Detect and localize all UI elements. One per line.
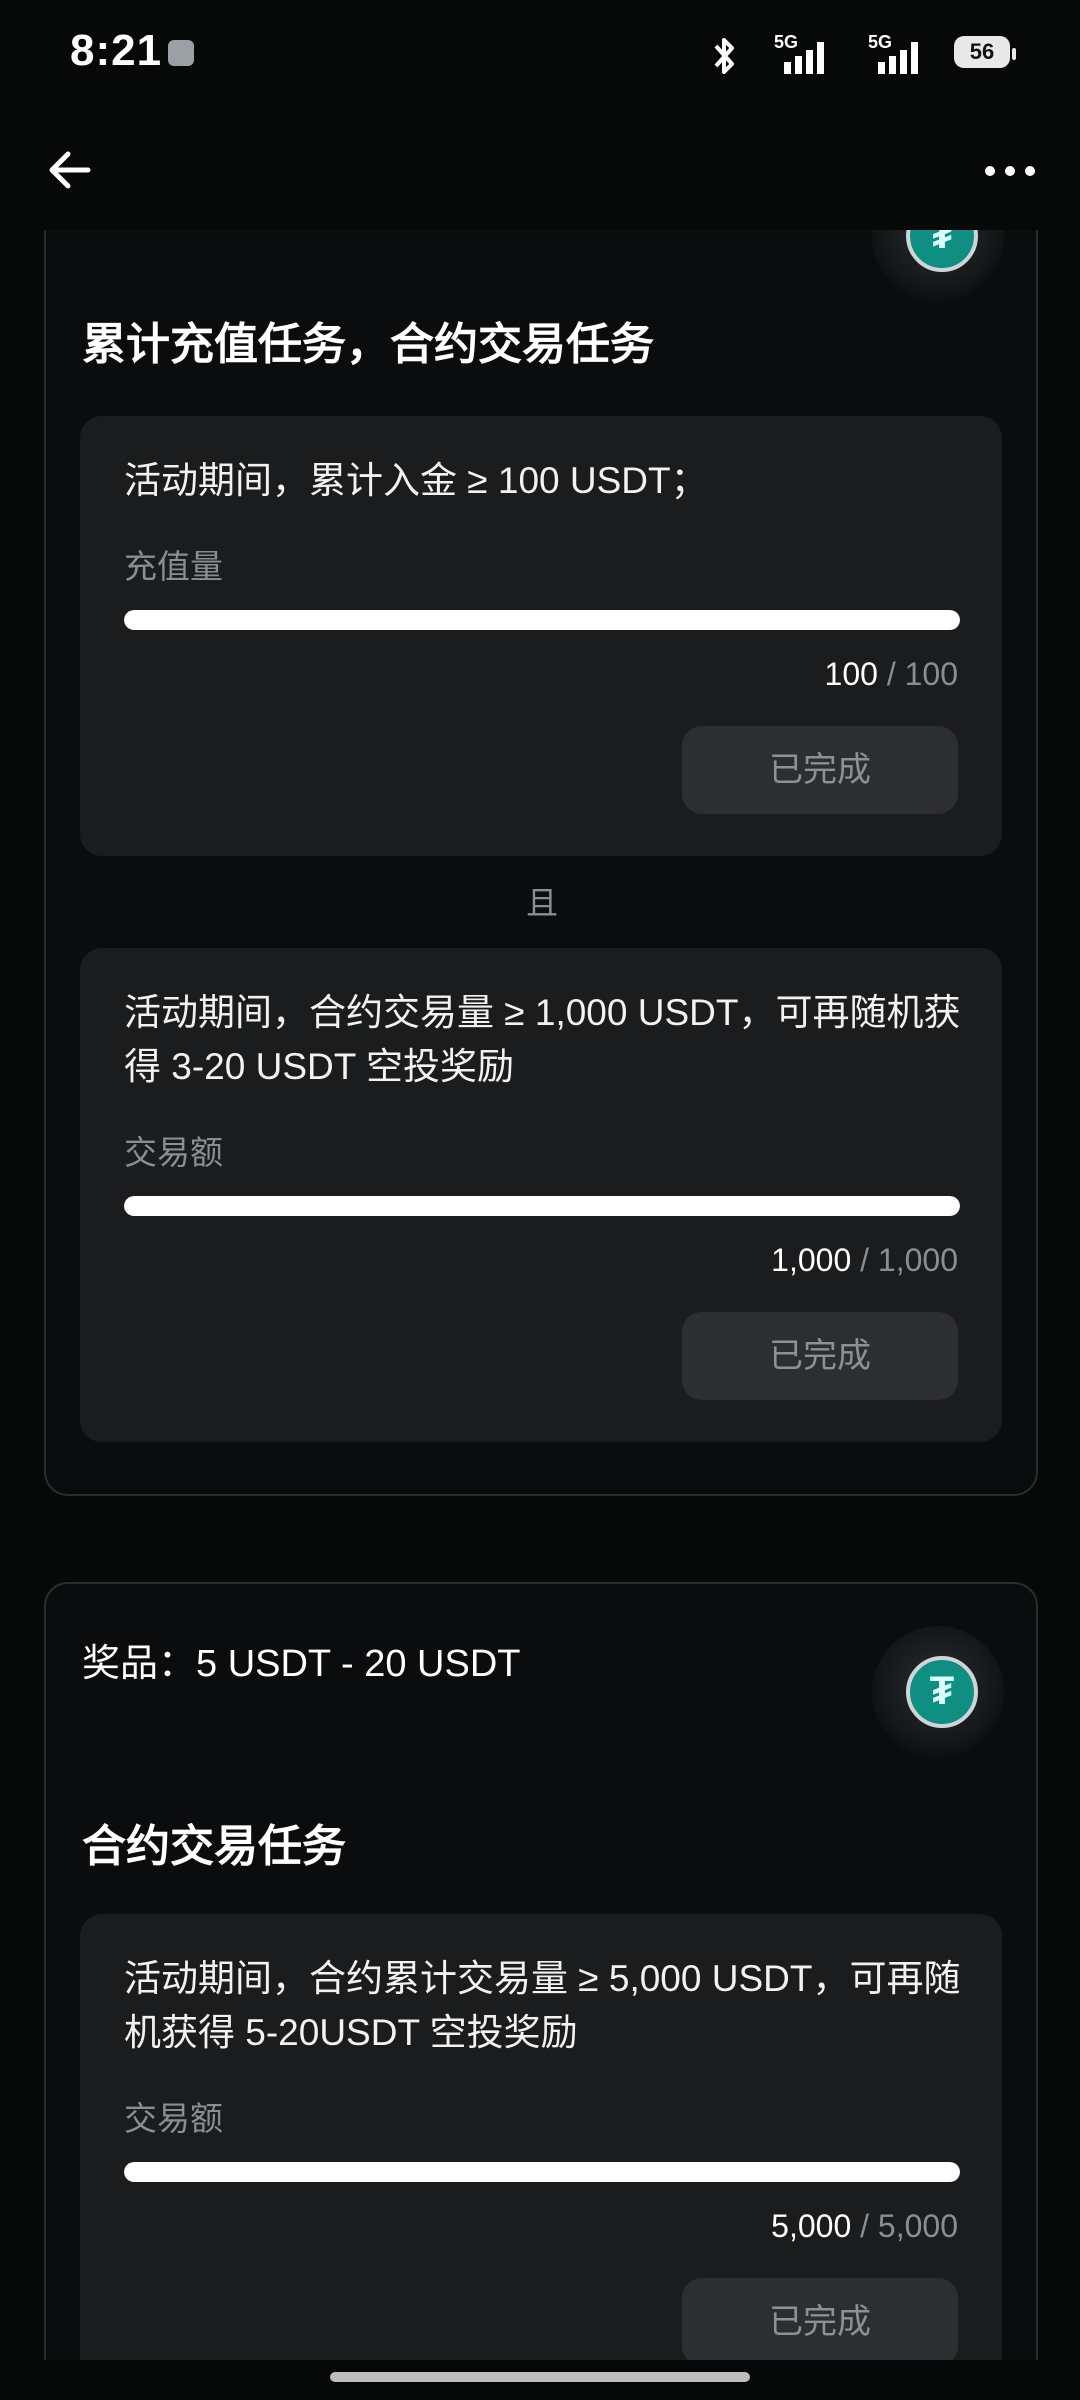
- nav-bar: [0, 110, 1080, 230]
- battery-icon: 56: [954, 36, 1010, 68]
- and-connector: 且: [525, 885, 558, 921]
- progress-value: 100 / 100: [825, 656, 958, 693]
- card-title: 累计充值任务，合约交易任务: [82, 320, 654, 369]
- task-description: 活动期间，合约累计交易量 ≥ 5,000 USDT，可再随机获得 5-20USD…: [124, 1958, 961, 2053]
- more-dots-icon[interactable]: [980, 156, 1040, 186]
- usdt-coin-icon: ₮: [872, 1626, 1004, 1758]
- progress-fill: [124, 1196, 960, 1216]
- usdt-logo-icon: ₮: [906, 230, 978, 272]
- signal-2-icon: 5G: [868, 32, 918, 74]
- tiktok-notification-icon: [168, 40, 194, 66]
- completed-button[interactable]: 已完成: [682, 1312, 958, 1400]
- network-2-label: 5G: [868, 32, 892, 52]
- signal-1-icon: 5G: [774, 32, 824, 74]
- task-card-contract: 奖品：5 USDT - 20 USDT ₮ 合约交易任务 活动期间，合约累计交易…: [44, 1582, 1038, 2360]
- task-description: 活动期间，合约交易量 ≥ 1,000 USDT，可再随机获得 3-20 USDT…: [124, 992, 961, 1087]
- task-deposit: 活动期间，累计入金 ≥ 100 USDT； 充值量 100 / 100 已完成: [80, 416, 1002, 856]
- progress-current: 5,000: [771, 2208, 852, 2244]
- progress-value: 1,000 / 1,000: [771, 1242, 958, 1279]
- progress-bar: [124, 1196, 960, 1216]
- progress-value: 5,000 / 5,000: [771, 2208, 958, 2245]
- prize-text: 奖品：5 USDT - 20 USDT: [82, 1643, 521, 1685]
- task-contract-trading: 活动期间，合约交易量 ≥ 1,000 USDT，可再随机获得 3-20 USDT…: [80, 948, 1002, 1442]
- task-metric-label: 充值量: [124, 548, 223, 585]
- progress-separator: /: [860, 1242, 870, 1278]
- progress-fill: [124, 610, 960, 630]
- card-title: 合约交易任务: [82, 1822, 346, 1871]
- task-contract-trading-2: 活动期间，合约累计交易量 ≥ 5,000 USDT，可再随机获得 5-20USD…: [80, 1914, 1002, 2360]
- progress-current: 1,000: [771, 1242, 852, 1278]
- back-arrow-icon[interactable]: [44, 144, 96, 196]
- network-1-label: 5G: [774, 32, 798, 52]
- progress-bar: [124, 610, 960, 630]
- status-bar: 8:21 5G 5G 56: [0, 0, 1080, 110]
- status-icons: 5G 5G 56: [710, 30, 1016, 80]
- usdt-coin-icon: ₮: [872, 230, 1004, 302]
- completed-button[interactable]: 已完成: [682, 726, 958, 814]
- progress-current: 100: [824, 656, 878, 692]
- progress-separator: /: [860, 2208, 870, 2244]
- task-card-deposit-contract: ₮ 累计充值任务，合约交易任务 活动期间，累计入金 ≥ 100 USDT； 充值…: [44, 230, 1038, 1496]
- progress-target: 100: [904, 656, 958, 692]
- battery-tip: [1012, 48, 1016, 60]
- task-description: 活动期间，累计入金 ≥ 100 USDT；: [124, 460, 708, 501]
- completed-button[interactable]: 已完成: [682, 2278, 958, 2360]
- progress-bar: [124, 2162, 960, 2182]
- progress-target: 1,000: [877, 1242, 958, 1278]
- bluetooth-icon: [714, 38, 734, 74]
- task-metric-label: 交易额: [124, 1134, 223, 1171]
- progress-fill: [124, 2162, 960, 2182]
- progress-separator: /: [886, 656, 896, 692]
- task-list[interactable]: ₮ 累计充值任务，合约交易任务 活动期间，累计入金 ≥ 100 USDT； 充值…: [0, 230, 1080, 2360]
- progress-target: 5,000: [877, 2208, 958, 2244]
- usdt-logo-icon: ₮: [906, 1656, 978, 1728]
- status-time: 8:21: [70, 26, 163, 75]
- task-metric-label: 交易额: [124, 2100, 223, 2137]
- home-indicator[interactable]: [330, 2372, 750, 2382]
